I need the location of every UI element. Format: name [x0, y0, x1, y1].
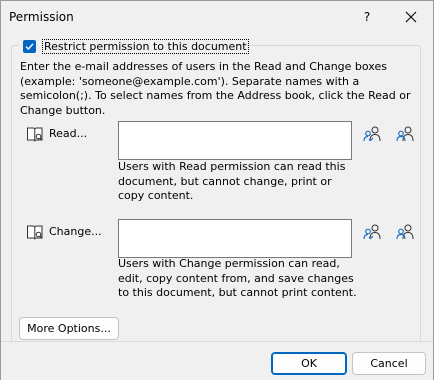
restrict-permission-checkbox[interactable]: Restrict permission to this document — [19, 38, 249, 54]
read-address-book-button[interactable] — [396, 125, 414, 143]
change-button-label: Change... — [49, 225, 102, 238]
close-icon — [405, 11, 417, 23]
people-icon — [396, 126, 414, 142]
change-description: Users with Change permission can read, e… — [118, 257, 357, 299]
help-icon: ? — [363, 10, 371, 24]
read-description: Users with Read permission can read this… — [118, 160, 346, 202]
people-icon — [396, 224, 414, 240]
check-names-icon — [363, 126, 381, 142]
read-check-names-button[interactable] — [363, 125, 381, 143]
read-users-field[interactable] — [118, 121, 352, 160]
checkbox-checked-icon[interactable] — [23, 40, 36, 53]
change-check-names-button[interactable] — [363, 223, 381, 241]
address-book-icon — [27, 225, 43, 240]
change-users-field[interactable] — [118, 219, 352, 258]
read-button[interactable]: Read... — [26, 125, 106, 143]
change-button[interactable]: Change... — [26, 223, 111, 241]
permission-dialog: Permission ? Restrict permission to this… — [0, 0, 434, 380]
instructions-text: Enter the e-mail addresses of users in t… — [20, 60, 411, 117]
dialog-footer: OK Cancel — [1, 341, 433, 380]
change-address-book-button[interactable] — [396, 223, 414, 241]
more-options-button[interactable]: More Options... — [19, 317, 119, 340]
help-button[interactable]: ? — [355, 6, 379, 28]
title-bar: Permission ? — [1, 1, 433, 32]
address-book-icon — [27, 127, 43, 142]
cancel-button[interactable]: Cancel — [352, 352, 426, 375]
read-button-label: Read... — [49, 127, 88, 140]
ok-button[interactable]: OK — [271, 352, 347, 375]
dialog-title: Permission — [9, 10, 74, 24]
check-names-icon — [363, 224, 381, 240]
close-button[interactable] — [399, 6, 423, 28]
restrict-permission-label[interactable]: Restrict permission to this document — [42, 39, 249, 54]
